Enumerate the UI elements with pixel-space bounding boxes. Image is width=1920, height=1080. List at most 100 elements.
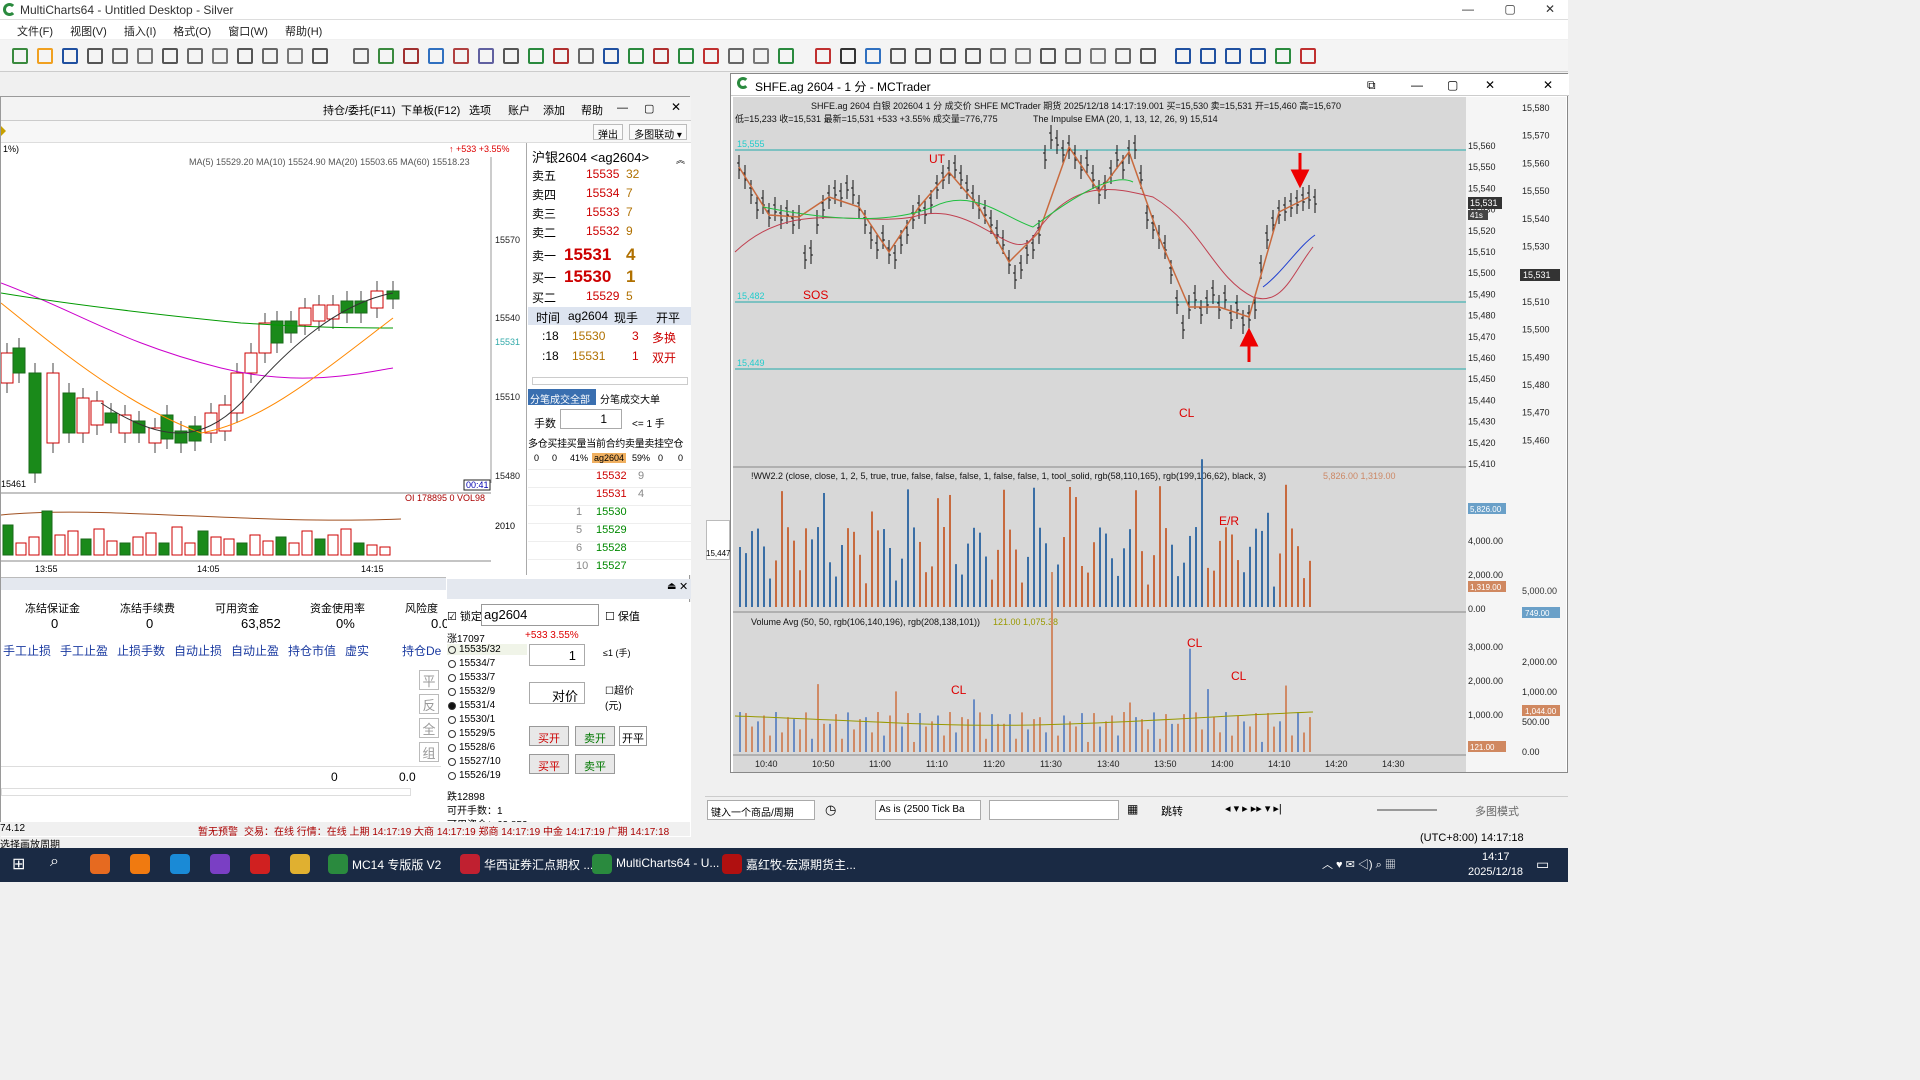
menu-window[interactable]: 窗口(W): [221, 20, 275, 39]
firefox-icon[interactable]: [90, 854, 110, 874]
sell-open-button[interactable]: 卖开: [575, 726, 615, 746]
menu-help[interactable]: 帮助(H): [278, 20, 329, 39]
sell-close-button[interactable]: 卖平: [575, 754, 615, 774]
taskbar-app[interactable]: MultiCharts64 - U...: [616, 856, 719, 870]
tab-options[interactable]: 选项: [469, 102, 491, 118]
ask-price-radio[interactable]: 15531/4: [447, 700, 527, 711]
maximize-icon[interactable]: ▢: [644, 102, 654, 115]
minimize-button[interactable]: —: [1448, 2, 1488, 18]
maximize-button[interactable]: ▢: [1490, 2, 1530, 18]
toolbar-button[interactable]: [603, 48, 619, 64]
tab-positions[interactable]: 持仓/委托(F11): [323, 102, 396, 118]
tab-add[interactable]: 添加: [543, 102, 565, 118]
account-button-2[interactable]: 止损手数: [117, 642, 165, 659]
radio-icon[interactable]: [448, 744, 456, 752]
side-button[interactable]: 反: [419, 694, 439, 714]
minimize-icon[interactable]: —: [617, 102, 628, 114]
bid1-row[interactable]: 买一 15530 1: [532, 267, 635, 287]
over-price-checkbox[interactable]: ☐超价 (元): [605, 682, 645, 712]
toolbar-button[interactable]: [212, 48, 228, 64]
multicharts-icon[interactable]: [592, 854, 612, 874]
buy-close-button[interactable]: 买平: [529, 754, 569, 774]
menu-file[interactable]: 文件(F): [10, 20, 60, 39]
toolbar-button[interactable]: [628, 48, 644, 64]
menu-insert[interactable]: 插入(I): [117, 20, 163, 39]
wps-icon[interactable]: [250, 854, 270, 874]
bid2-row[interactable]: 买二 15529 5: [532, 289, 633, 306]
toolbar-button[interactable]: [62, 48, 78, 64]
resolution-select[interactable]: As is (2500 Tick Ba: [875, 800, 981, 820]
toolbar-button[interactable]: [653, 48, 669, 64]
folder-icon[interactable]: [290, 854, 310, 874]
toolbar-button[interactable]: [703, 48, 719, 64]
toolbar-button[interactable]: [428, 48, 444, 64]
close-icon[interactable]: ✕: [671, 100, 681, 114]
close-button[interactable]: ✕: [1530, 2, 1570, 18]
radio-icon[interactable]: [448, 688, 456, 696]
toolbar-button[interactable]: [37, 48, 53, 64]
radio-icon[interactable]: [448, 646, 456, 654]
ask-price-radio[interactable]: 15533/7: [447, 672, 527, 683]
restore-icon[interactable]: ⧉: [1367, 78, 1376, 93]
hedge-checkbox[interactable]: ☐ 保值: [605, 608, 640, 624]
toolbar-button[interactable]: [453, 48, 469, 64]
hongyuan-icon[interactable]: [722, 854, 742, 874]
toolbar-button[interactable]: [728, 48, 744, 64]
close-icon[interactable]: ✕: [679, 580, 688, 593]
jump-button[interactable]: 跳转: [1161, 803, 1183, 819]
toolbar-button[interactable]: [1225, 48, 1241, 64]
collapse-icon[interactable]: ︽: [676, 153, 685, 166]
close-icon[interactable]: ✕: [1485, 78, 1495, 92]
taskbar-app[interactable]: MC14 专版版 V2: [352, 856, 441, 873]
ladder-row[interactable]: 15531 4: [528, 487, 691, 504]
clock-icon[interactable]: ◷: [825, 802, 836, 818]
toolbar-button[interactable]: [1140, 48, 1156, 64]
toolbar-button[interactable]: [840, 48, 856, 64]
toolbar-button[interactable]: [553, 48, 569, 64]
buy-open-button[interactable]: 买开: [529, 726, 569, 746]
search-icon[interactable]: ⌕: [50, 853, 59, 871]
toolbar-button[interactable]: [528, 48, 544, 64]
ask-row[interactable]: 卖三 15533 7: [532, 205, 687, 223]
toolbar-button[interactable]: [753, 48, 769, 64]
tab-order-board[interactable]: 下单板(F12): [401, 102, 460, 118]
date-input[interactable]: [989, 800, 1119, 820]
onenote-icon[interactable]: [210, 854, 230, 874]
qty-input[interactable]: 1: [560, 409, 622, 429]
account-button-1[interactable]: 手工止盈: [60, 642, 108, 659]
zoom-slider[interactable]: [1377, 809, 1437, 811]
ask-row[interactable]: 卖五 15535 32: [532, 167, 687, 185]
toolbar-button[interactable]: [1090, 48, 1106, 64]
ladder-row[interactable]: 15529 5: [528, 523, 691, 540]
ask1-row[interactable]: 卖一 15531 4: [532, 245, 635, 265]
account-button-4[interactable]: 自动止盈: [231, 642, 279, 659]
toolbar-button[interactable]: [237, 48, 253, 64]
price-type-input[interactable]: 对价: [529, 682, 585, 704]
side-button[interactable]: 组: [419, 742, 439, 762]
ladder-row[interactable]: 15532 9: [528, 469, 691, 486]
bid-price-radio[interactable]: 15527/10: [447, 756, 527, 767]
ask-price-radio[interactable]: 15535/32: [447, 644, 527, 655]
calendar-icon[interactable]: ▦: [1127, 802, 1138, 816]
radio-icon[interactable]: [448, 660, 456, 668]
toolbar-button[interactable]: [1250, 48, 1266, 64]
order-qty-input[interactable]: 1: [529, 644, 585, 666]
menu-format[interactable]: 格式(O): [166, 20, 218, 39]
toolbar-button[interactable]: [503, 48, 519, 64]
toolbar-button[interactable]: [1015, 48, 1031, 64]
symbol-input[interactable]: ag2604: [481, 604, 599, 626]
bid-price-radio[interactable]: 15528/6: [447, 742, 527, 753]
toolbar-button[interactable]: [990, 48, 1006, 64]
toolbar-button[interactable]: [12, 48, 28, 64]
toolbar-button[interactable]: [478, 48, 494, 64]
toolbar-button[interactable]: [312, 48, 328, 64]
open-close-button[interactable]: 开平: [619, 726, 647, 746]
windows-start-icon[interactable]: ⊞: [12, 854, 25, 874]
toolbar-button[interactable]: [1040, 48, 1056, 64]
toolbar-button[interactable]: [403, 48, 419, 64]
toolbar-button[interactable]: [815, 48, 831, 64]
radio-icon[interactable]: [448, 674, 456, 682]
symbol-input[interactable]: 键入一个商品/周期: [707, 800, 815, 820]
side-button[interactable]: 全: [419, 718, 439, 738]
toolbar-button[interactable]: [112, 48, 128, 64]
